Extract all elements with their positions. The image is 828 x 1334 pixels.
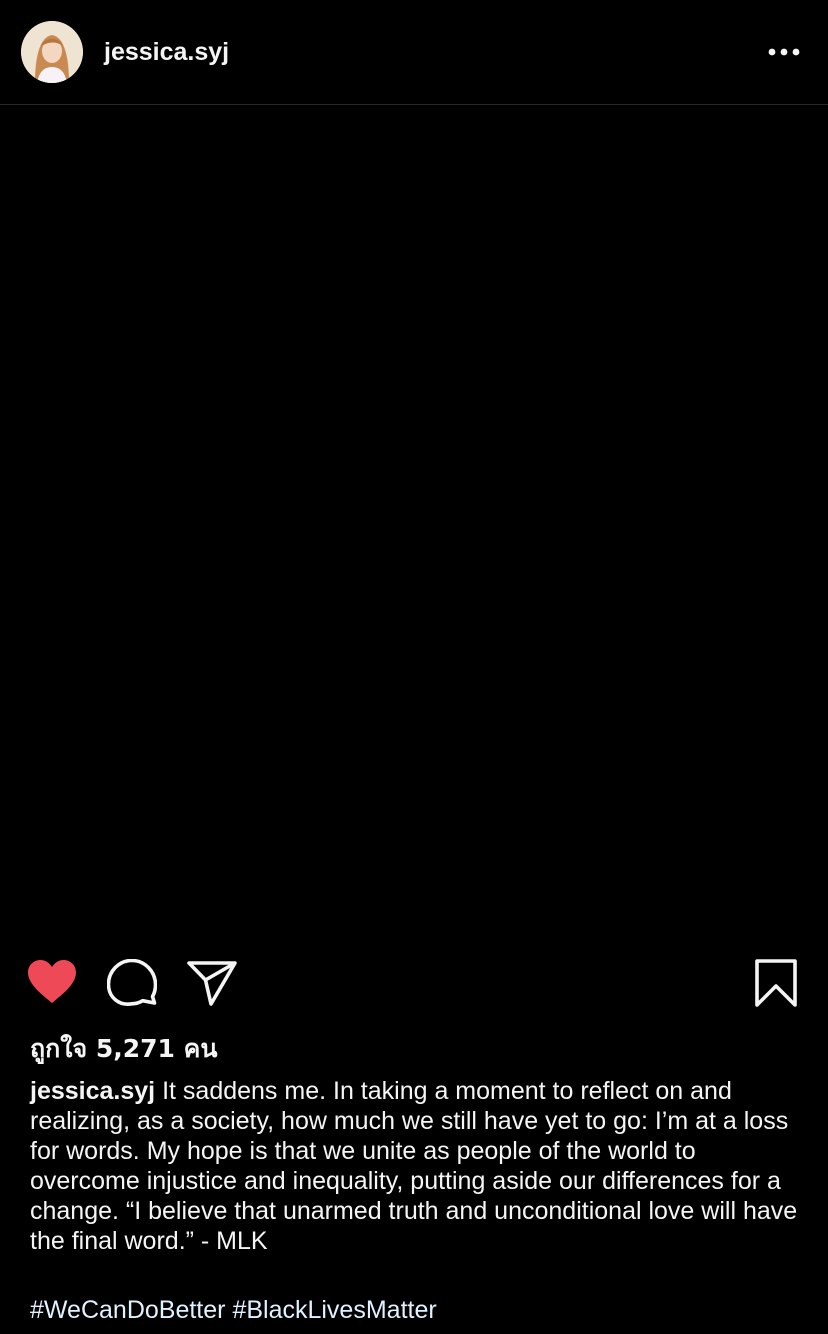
hashtag-link[interactable]: #BlackLivesMatter <box>232 1296 436 1324</box>
avatar-image <box>21 21 83 83</box>
post-media[interactable] <box>0 106 828 936</box>
hashtag-link[interactable]: #WeCanDoBetter <box>30 1296 225 1324</box>
more-options-button[interactable] <box>760 36 808 68</box>
post-header: jessica.syj <box>0 0 828 105</box>
share-button[interactable] <box>184 956 240 1010</box>
hashtags: #WeCanDoBetter #BlackLivesMatter <box>30 1294 437 1326</box>
paper-plane-icon <box>187 961 237 1006</box>
caption-username[interactable]: jessica.syj <box>30 1077 155 1105</box>
avatar[interactable] <box>21 21 83 83</box>
likes-count[interactable]: ถูกใจ 5,271 คน <box>30 1031 217 1067</box>
save-button[interactable] <box>748 954 804 1012</box>
comment-button[interactable] <box>104 956 160 1010</box>
comment-bubble-icon <box>107 959 157 1006</box>
header-username[interactable]: jessica.syj <box>104 36 229 68</box>
heart-filled-icon <box>28 960 76 1003</box>
caption: jessica.syj It saddens me. In taking a m… <box>30 1076 810 1256</box>
bookmark-icon <box>755 959 797 1007</box>
action-bar <box>0 950 828 1016</box>
more-horizontal-icon <box>768 48 800 56</box>
like-button[interactable] <box>22 956 82 1008</box>
